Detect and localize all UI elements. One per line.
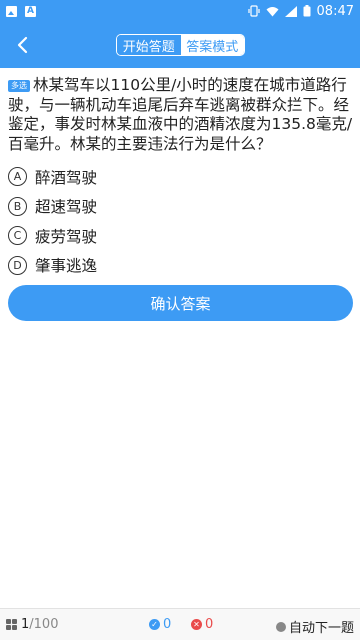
wrong-count-value: 0 bbox=[205, 617, 214, 632]
option-text: 醉酒驾驶 bbox=[35, 168, 98, 187]
mode-switch: 开始答题 答案模式 bbox=[116, 34, 245, 56]
wifi-icon bbox=[266, 6, 279, 16]
confirm-answer-button[interactable]: 确认答案 bbox=[8, 285, 353, 321]
current-question-number: 1 bbox=[21, 617, 30, 632]
status-bar: A 08:47 bbox=[0, 0, 360, 22]
question-text: 林某驾车以110公里/小时的速度在城市道路行驶，与一辆机动车追尾后弃车逃离被群众… bbox=[8, 76, 353, 153]
option-a[interactable]: A 醉酒驾驶 bbox=[8, 162, 354, 192]
total-questions: /100 bbox=[29, 617, 59, 632]
chevron-left-icon bbox=[17, 36, 28, 54]
options-list: A 醉酒驾驶 B 超速驾驶 C 疲劳驾驶 D 肇事逃逸 bbox=[8, 162, 354, 280]
option-text: 超速驾驶 bbox=[35, 198, 98, 217]
a-notification-icon: A bbox=[25, 5, 36, 17]
wrong-count: ✕ 0 bbox=[191, 617, 213, 632]
option-b[interactable]: B 超速驾驶 bbox=[8, 192, 354, 222]
header-bar: 开始答题 答案模式 bbox=[0, 22, 360, 68]
option-text: 疲劳驾驶 bbox=[35, 227, 98, 246]
question-text-block: 多选 林某驾车以110公里/小时的速度在城市道路行驶，与一辆机动车追尾后弃车逃离被… bbox=[8, 76, 354, 154]
cross-icon: ✕ bbox=[191, 619, 202, 630]
auto-next-label: 自动下一题 bbox=[288, 621, 354, 636]
tab-answer-mode[interactable]: 答案模式 bbox=[180, 35, 244, 55]
option-letter: A bbox=[8, 167, 27, 187]
radio-icon bbox=[275, 621, 286, 632]
correct-count: ✓ 0 bbox=[149, 617, 171, 632]
grid-icon bbox=[6, 619, 17, 630]
question-type-badge: 多选 bbox=[8, 80, 30, 92]
correct-count-value: 0 bbox=[163, 617, 172, 632]
question-progress[interactable]: 1/100 bbox=[6, 617, 58, 632]
back-button[interactable] bbox=[6, 29, 38, 61]
tab-start-answering[interactable]: 开始答题 bbox=[117, 35, 181, 55]
signal-icon bbox=[284, 5, 297, 17]
option-letter: D bbox=[8, 255, 27, 275]
option-text: 肇事逃逸 bbox=[35, 257, 98, 276]
option-letter: C bbox=[8, 226, 27, 246]
battery-icon bbox=[303, 5, 311, 17]
option-c[interactable]: C 疲劳驾驶 bbox=[8, 221, 354, 251]
vibrate-icon bbox=[247, 5, 260, 17]
option-d[interactable]: D 肇事逃逸 bbox=[8, 251, 354, 281]
status-time: 08:47 bbox=[316, 3, 354, 19]
check-icon: ✓ bbox=[149, 619, 160, 630]
bottom-bar: 1/100 ✓ 0 ✕ 0 自动下一题 bbox=[0, 608, 360, 640]
auto-next-toggle[interactable]: 自动下一题 bbox=[275, 617, 354, 636]
option-letter: B bbox=[8, 196, 27, 216]
gallery-notification-icon bbox=[6, 5, 17, 17]
